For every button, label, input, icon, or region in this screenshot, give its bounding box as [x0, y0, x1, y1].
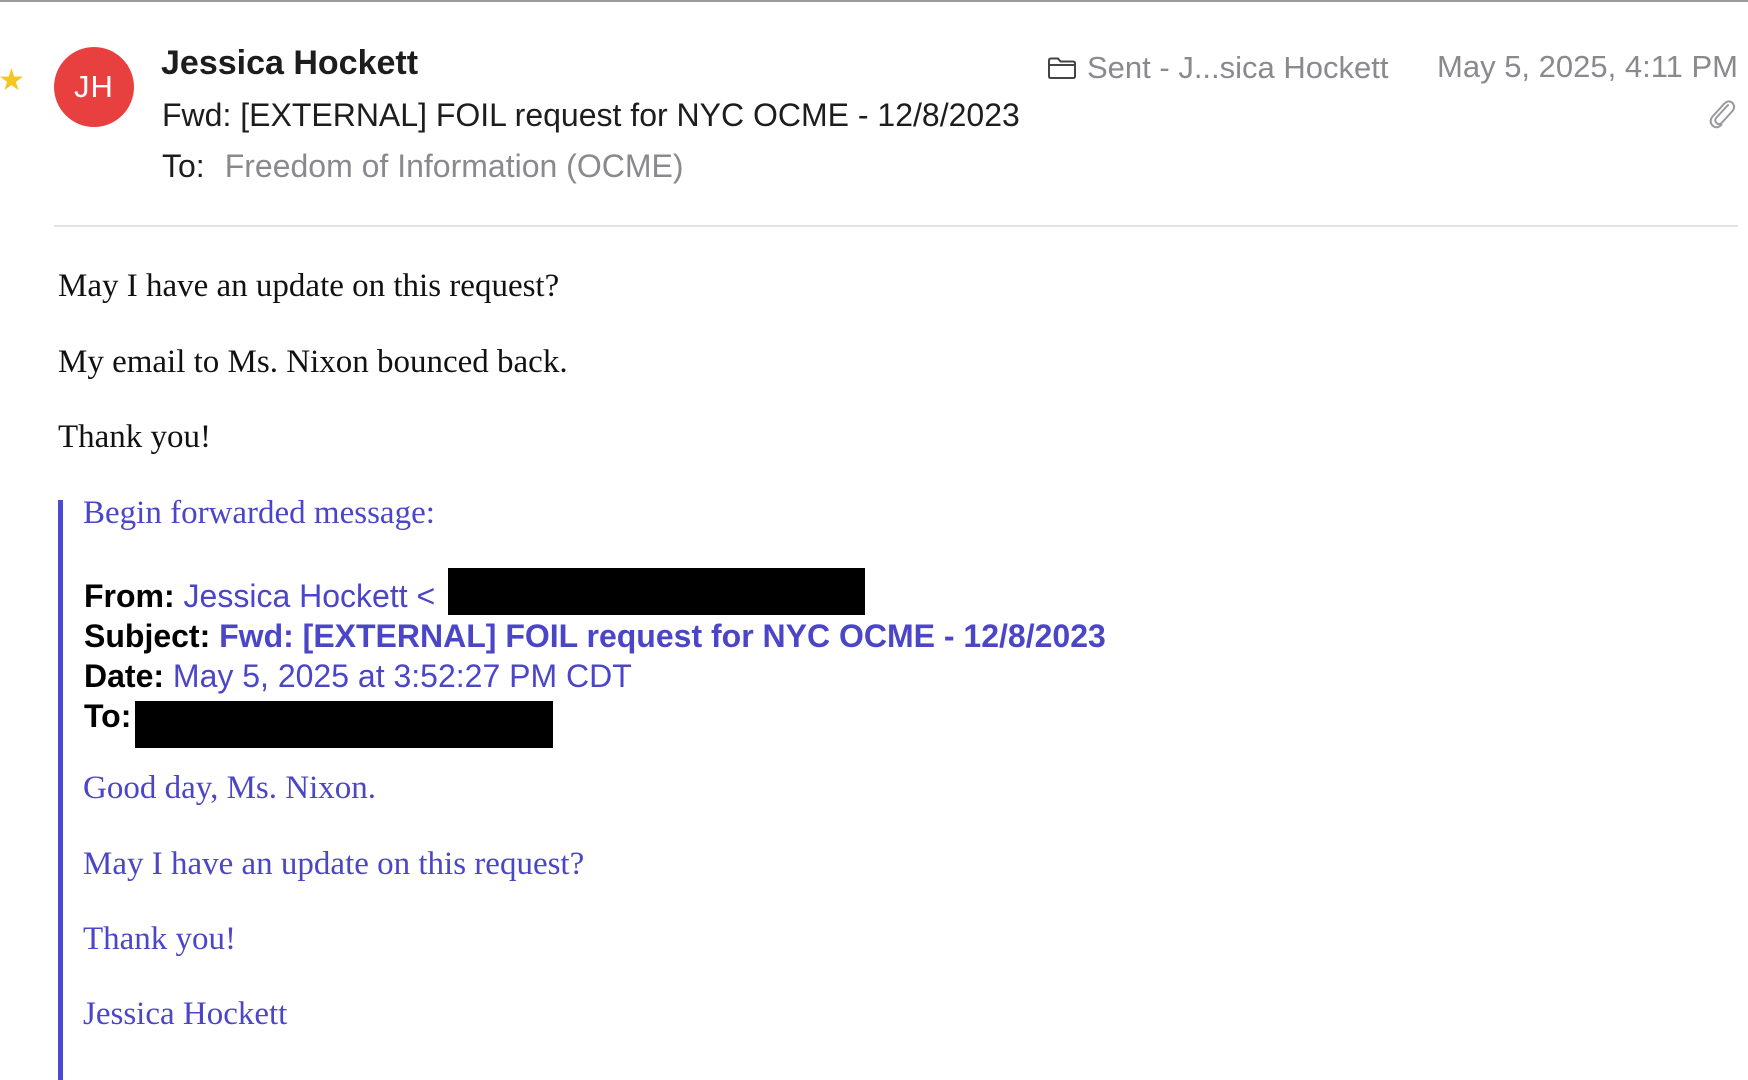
redaction-box-to	[135, 701, 553, 748]
body-line-2: My email to Ms. Nixon bounced back.	[58, 344, 568, 380]
forward-body-line-1: Good day, Ms. Nixon.	[83, 770, 377, 806]
forward-from-value[interactable]: Jessica Hockett <	[184, 578, 436, 614]
quote-bar	[58, 500, 63, 1080]
forward-subject-line: Subject: Fwd: [EXTERNAL] FOIL request fo…	[84, 618, 1106, 655]
forward-subject-value: Fwd: [EXTERNAL] FOIL request for NYC OCM…	[219, 618, 1106, 654]
recipient-line: To: Freedom of Information (OCME)	[162, 148, 683, 185]
forward-to-label: To:	[84, 698, 132, 734]
forward-date-line: Date: May 5, 2025 at 3:52:27 PM CDT	[84, 658, 632, 695]
forward-body-line-3: Thank you!	[83, 921, 237, 957]
message-date: May 5, 2025, 4:11 PM	[1437, 49, 1738, 84]
folder-name: Sent - J...sica Hockett	[1087, 50, 1389, 85]
paperclip-icon[interactable]	[1706, 96, 1736, 130]
header-divider	[54, 225, 1738, 227]
forward-intro: Begin forwarded message:	[83, 495, 435, 531]
forward-date-value: May 5, 2025 at 3:52:27 PM CDT	[172, 658, 632, 694]
sender-name[interactable]: Jessica Hockett	[161, 44, 418, 83]
forward-from-label: From:	[84, 578, 175, 614]
avatar-initials: JH	[74, 69, 114, 104]
folder-icon	[1048, 57, 1076, 79]
message-subject: Fwd: [EXTERNAL] FOIL request for NYC OCM…	[162, 97, 1020, 133]
forward-subject-label: Subject:	[84, 618, 211, 654]
star-icon[interactable]: ★	[0, 66, 25, 96]
forward-to-line: To:	[84, 698, 131, 735]
sender-avatar: JH	[54, 47, 134, 127]
forward-from-line: From: Jessica Hockett <	[84, 578, 435, 615]
redaction-box-from	[448, 568, 865, 615]
forward-body-line-4: Jessica Hockett	[83, 996, 288, 1032]
recipient-name[interactable]: Freedom of Information (OCME)	[225, 148, 684, 184]
mailbox-folder[interactable]: Sent - J...sica Hockett	[1047, 50, 1389, 86]
forward-body-line-2: May I have an update on this request?	[83, 846, 585, 882]
body-line-1: May I have an update on this request?	[58, 268, 560, 304]
forward-date-label: Date:	[84, 658, 165, 694]
window-top-border	[0, 0, 1748, 2]
body-line-3: Thank you!	[58, 419, 212, 455]
to-label: To:	[162, 148, 205, 184]
